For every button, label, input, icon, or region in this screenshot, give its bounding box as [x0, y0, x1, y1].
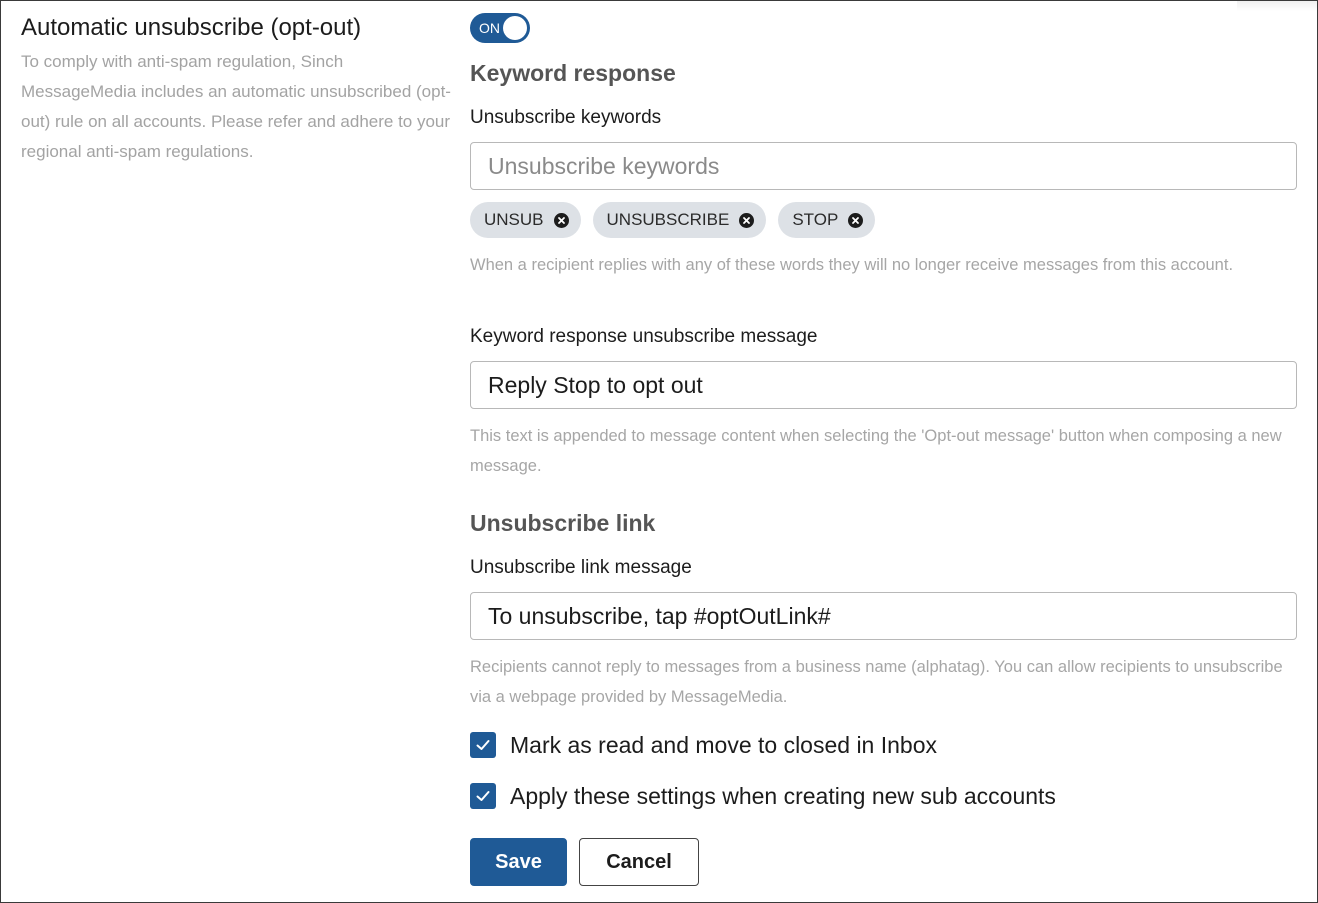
toggle-label: ON — [479, 20, 500, 36]
keyword-response-message-label: Keyword response unsubscribe message — [470, 326, 818, 347]
unsubscribe-link-help-text: Recipients cannot reply to messages from… — [470, 658, 1283, 706]
unsubscribe-keywords-label: Unsubscribe keywords — [470, 107, 662, 128]
keyword-chip: UNSUB — [470, 202, 581, 238]
chip-label: UNSUBSCRIBE — [606, 210, 730, 229]
unsubscribe-link-message-label: Unsubscribe link message — [470, 557, 692, 578]
keyword-response-message-input[interactable] — [470, 361, 1297, 409]
opt-out-toggle[interactable]: ON — [470, 13, 530, 43]
top-right-shadow — [1237, 1, 1317, 11]
remove-chip-icon[interactable] — [739, 212, 755, 228]
chip-label: STOP — [792, 210, 839, 229]
keyword-chip: STOP — [778, 202, 876, 238]
mark-read-checkbox[interactable] — [470, 732, 496, 758]
mark-read-label: Mark as read and move to closed in Inbox — [510, 731, 938, 758]
toggle-knob — [503, 16, 527, 40]
keyword-chips: UNSUB UNSUBSCRIBE STOP — [470, 202, 876, 238]
unsubscribe-link-message-input[interactable] — [470, 592, 1297, 640]
remove-chip-icon[interactable] — [848, 212, 864, 228]
save-button[interactable]: Save — [470, 838, 567, 886]
keyword-chip: UNSUBSCRIBE — [592, 202, 767, 238]
unsubscribe-link-heading: Unsubscribe link — [470, 510, 656, 536]
mark-read-option[interactable]: Mark as read and move to closed in Inbox — [470, 730, 937, 760]
keyword-response-help-text: This text is appended to message content… — [470, 427, 1282, 475]
settings-panel: Automatic unsubscribe (opt-out) To compl… — [0, 0, 1318, 903]
keywords-help-text: When a recipient replies with any of the… — [470, 256, 1234, 274]
apply-sub-accounts-option[interactable]: Apply these settings when creating new s… — [470, 781, 1056, 811]
cancel-button[interactable]: Cancel — [579, 838, 699, 886]
apply-sub-accounts-label: Apply these settings when creating new s… — [510, 782, 1056, 809]
section-description: To comply with anti-spam regulation, Sin… — [21, 52, 451, 161]
section-title: Automatic unsubscribe (opt-out) — [21, 14, 362, 41]
remove-chip-icon[interactable] — [553, 212, 569, 228]
checkmark-icon — [476, 791, 490, 801]
form-actions: Save Cancel — [470, 838, 699, 886]
unsubscribe-keywords-input[interactable] — [470, 142, 1297, 190]
apply-sub-accounts-checkbox[interactable] — [470, 783, 496, 809]
section-info: Automatic unsubscribe (opt-out) To compl… — [21, 13, 451, 167]
chip-label: UNSUB — [484, 210, 544, 229]
keyword-response-heading: Keyword response — [470, 60, 676, 86]
checkmark-icon — [476, 740, 490, 750]
